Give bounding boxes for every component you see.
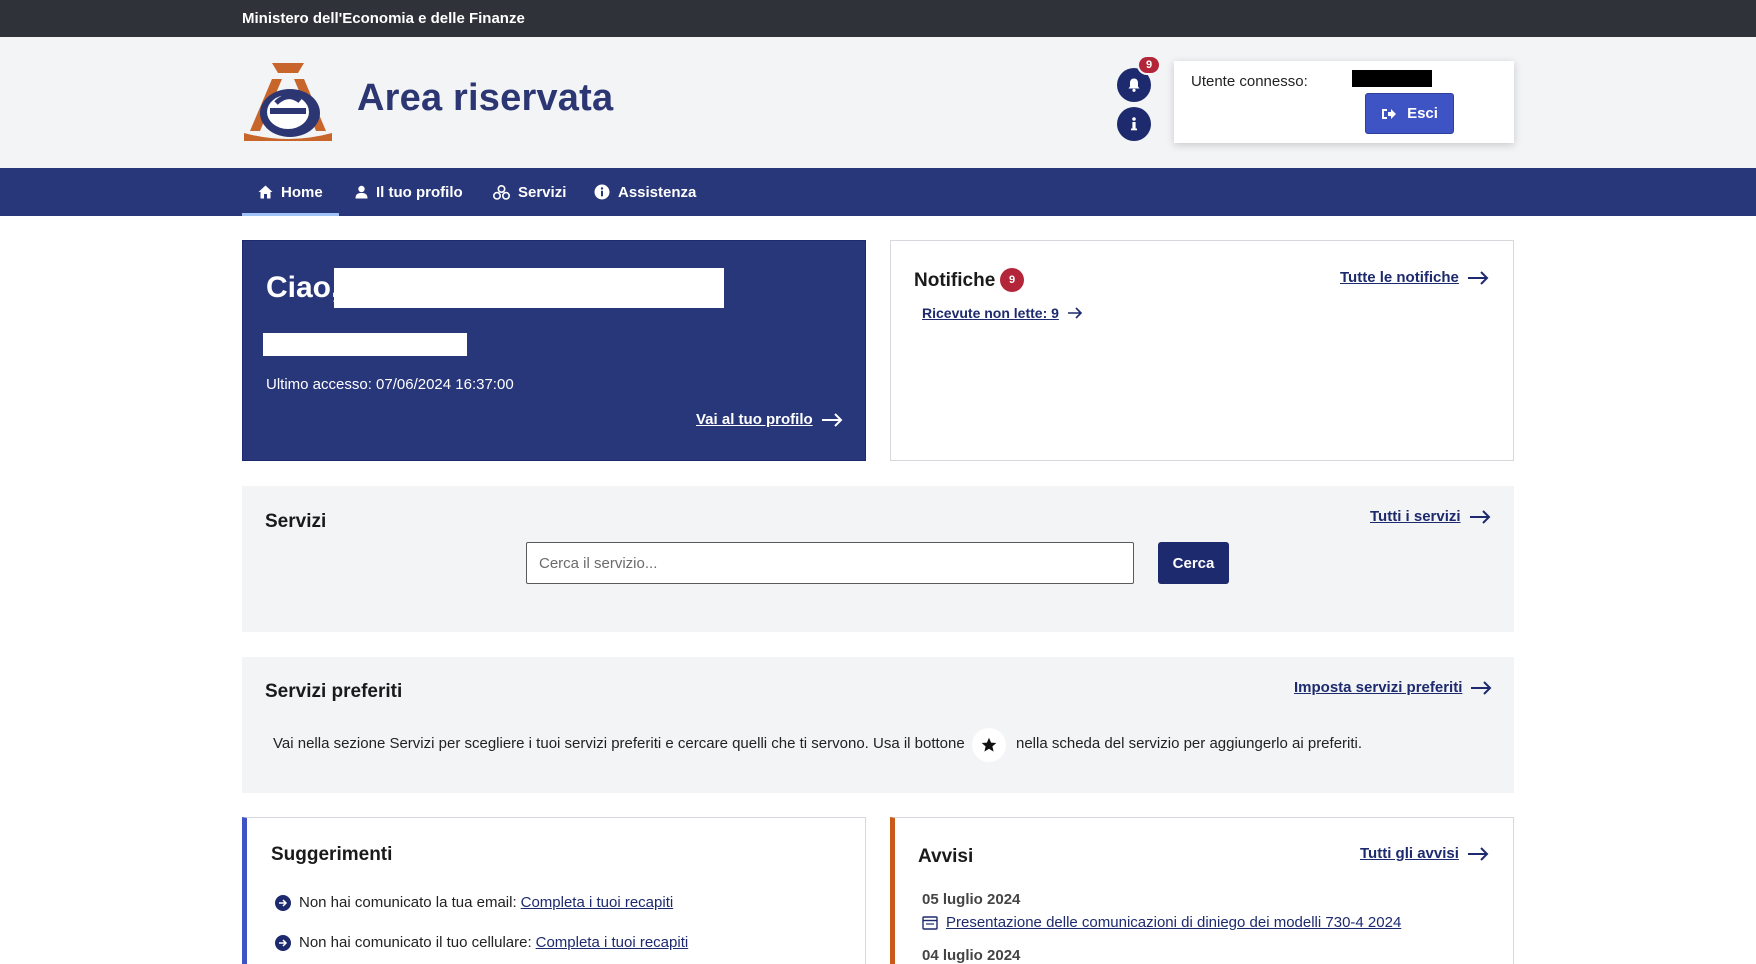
- services-icon: [493, 184, 510, 200]
- profile-link-label: Vai al tuo profilo: [696, 411, 813, 428]
- home-icon: [258, 185, 273, 199]
- notice-link-label: Presentazione delle comunicazioni di din…: [946, 914, 1402, 931]
- favorites-text-before: Vai nella sezione Servizi per scegliere …: [273, 735, 965, 752]
- notifications-card: Notifiche 9 Tutte le notifiche Ricevute …: [890, 240, 1514, 461]
- ministry-bar: Ministero dell'Economia e delle Finanze: [0, 0, 1756, 37]
- user-icon: [355, 185, 368, 199]
- arrow-right-icon: [1469, 509, 1490, 524]
- set-favorites-label: Imposta servizi preferiti: [1294, 679, 1463, 696]
- info-icon: [1131, 117, 1137, 131]
- main-nav: Home Il tuo profilo Servizi Assistenza: [0, 168, 1756, 216]
- favorites-text-after: nella scheda del servizio per aggiungerl…: [1016, 735, 1363, 752]
- agenzia-entrate-logo[interactable]: [242, 61, 334, 143]
- logout-button[interactable]: Esci: [1365, 93, 1454, 134]
- notification-count-badge: 9: [1137, 55, 1161, 75]
- unread-notifications-link[interactable]: Ricevute non lette: 9: [922, 305, 1083, 321]
- suggestion-item: Non hai comunicato la tua email: Complet…: [275, 894, 673, 911]
- nav-item-label: Home: [281, 183, 323, 201]
- suggestion-text: Non hai comunicato la tua email:: [299, 894, 517, 911]
- nav-item-label: Il tuo profilo: [376, 183, 463, 201]
- ministry-name: Ministero dell'Economia e delle Finanze: [242, 10, 525, 27]
- arrow-right-icon: [1471, 680, 1492, 695]
- search-button[interactable]: Cerca: [1158, 542, 1229, 584]
- notifications-title: Notifiche: [914, 270, 996, 291]
- all-services-link[interactable]: Tutti i servizi: [1370, 508, 1491, 525]
- greeting: Ciao,: [266, 271, 340, 304]
- suggestions-card: Suggerimenti Non hai comunicato la tua e…: [242, 817, 866, 964]
- header: Area riservata 9 Utente connesso: Esci: [0, 37, 1756, 168]
- notifications-count-badge: 9: [1000, 268, 1024, 292]
- arrow-right-icon: [1467, 270, 1489, 285]
- nav-item-services[interactable]: Servizi: [493, 168, 566, 216]
- suggestion-text: Non hai comunicato il tuo cellulare:: [299, 934, 532, 951]
- complete-contacts-phone-link[interactable]: Completa i tuoi recapiti: [536, 934, 689, 951]
- redacted-fiscal-code: [263, 333, 467, 356]
- logout-icon: [1382, 108, 1397, 119]
- welcome-card: Ciao, Ultimo accesso: 07/06/2024 16:37:0…: [242, 240, 866, 461]
- logout-label: Esci: [1407, 105, 1438, 122]
- unread-notifications-label: Ricevute non lette: 9: [922, 305, 1059, 321]
- favorite-star-example: [972, 728, 1006, 762]
- all-notifications-link[interactable]: Tutte le notifiche: [1340, 269, 1489, 286]
- arrow-circle-icon: [275, 934, 291, 951]
- all-services-label: Tutti i servizi: [1370, 508, 1461, 525]
- nav-item-home[interactable]: Home: [242, 168, 339, 216]
- notices-card: Avvisi Tutti gli avvisi 05 luglio 2024 P…: [890, 817, 1514, 964]
- profile-link[interactable]: Vai al tuo profilo: [696, 411, 843, 428]
- notice-date: 04 luglio 2024: [922, 947, 1021, 964]
- arrow-circle-icon: [275, 894, 291, 911]
- page-title: Area riservata: [357, 77, 614, 119]
- service-search-input[interactable]: [526, 542, 1134, 584]
- suggestions-title: Suggerimenti: [271, 844, 393, 865]
- services-title: Servizi: [265, 511, 327, 532]
- all-notices-label: Tutti gli avvisi: [1360, 845, 1459, 862]
- arrow-right-icon: [821, 412, 843, 427]
- notice-link[interactable]: Presentazione delle comunicazioni di din…: [922, 914, 1401, 931]
- nav-item-profile[interactable]: Il tuo profilo: [355, 168, 463, 216]
- document-icon: [922, 915, 938, 930]
- notice-date: 05 luglio 2024: [922, 891, 1021, 908]
- nav-item-label: Assistenza: [618, 183, 697, 201]
- nav-item-assistance[interactable]: Assistenza: [594, 168, 696, 216]
- info-icon: [594, 184, 610, 200]
- star-icon: [981, 737, 997, 752]
- all-notices-link[interactable]: Tutti gli avvisi: [1360, 845, 1489, 862]
- suggestion-item: Non hai comunicato il tuo cellulare: Com…: [275, 934, 688, 951]
- redacted-name: [334, 268, 724, 308]
- favorites-title: Servizi preferiti: [265, 681, 403, 702]
- arrow-right-icon: [1067, 307, 1083, 319]
- arrow-right-icon: [1467, 846, 1489, 861]
- all-notifications-label: Tutte le notifiche: [1340, 269, 1459, 286]
- notices-title: Avvisi: [918, 846, 974, 867]
- info-button[interactable]: [1117, 107, 1151, 141]
- user-label: Utente connesso:: [1191, 73, 1308, 90]
- set-favorites-link[interactable]: Imposta servizi preferiti: [1294, 679, 1492, 696]
- last-access: Ultimo accesso: 07/06/2024 16:37:00: [266, 376, 514, 393]
- complete-contacts-email-link[interactable]: Completa i tuoi recapiti: [521, 894, 674, 911]
- user-panel: Utente connesso: Esci: [1174, 61, 1514, 143]
- redacted-username: [1352, 70, 1432, 87]
- nav-item-label: Servizi: [518, 183, 567, 201]
- bell-icon: [1128, 78, 1140, 92]
- favorite-services-card: Servizi preferiti Imposta servizi prefer…: [242, 657, 1514, 793]
